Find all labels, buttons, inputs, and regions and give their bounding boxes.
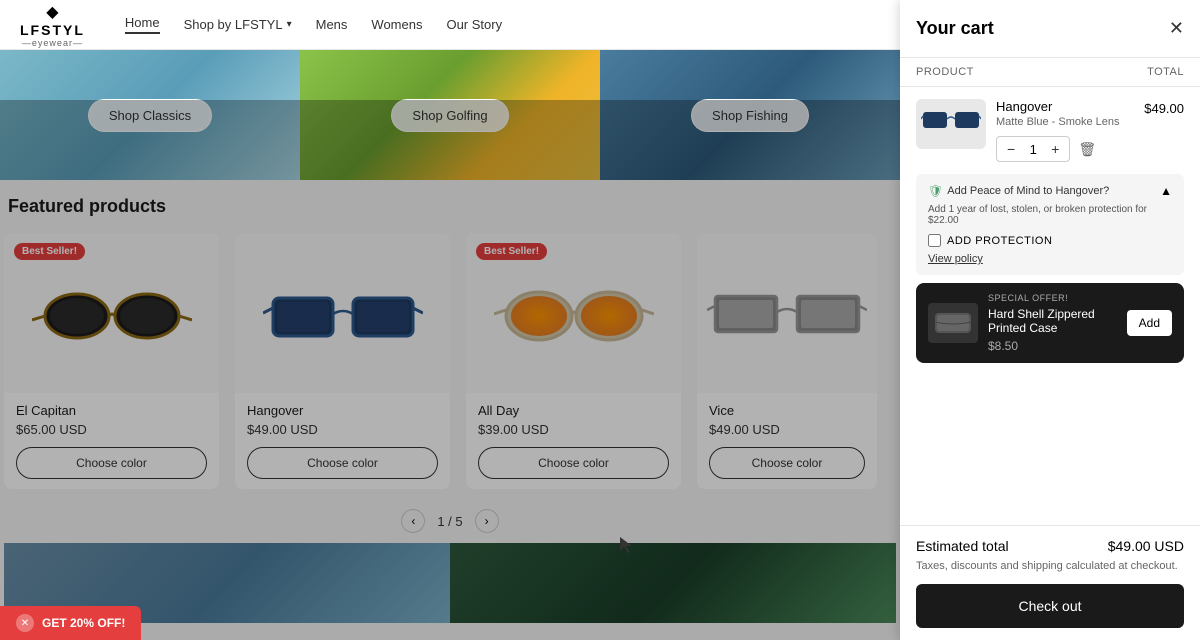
estimated-total-row: Estimated total $49.00 USD bbox=[916, 538, 1184, 554]
cart-item-details: Hangover Matte Blue - Smoke Lens − 1 + 🗑 bbox=[996, 99, 1134, 162]
logo-title: LFSTYL bbox=[20, 22, 85, 38]
estimated-total-label: Estimated total bbox=[916, 538, 1009, 554]
nav-our-story[interactable]: Our Story bbox=[446, 17, 502, 32]
quantity-decrease-button[interactable]: − bbox=[1005, 141, 1017, 157]
cart-overlay bbox=[0, 100, 900, 640]
logo-subtitle: —eyewear— bbox=[22, 38, 83, 48]
nav-womens[interactable]: Womens bbox=[371, 17, 422, 32]
nav-shop-lfstyl[interactable]: Shop by LFSTYL ▾ bbox=[184, 17, 292, 32]
estimated-total-value: $49.00 USD bbox=[1108, 538, 1184, 554]
tax-note: Taxes, discounts and shipping calculated… bbox=[916, 560, 1184, 572]
quantity-value: 1 bbox=[1025, 142, 1041, 157]
protection-description: Add 1 year of lost, stolen, or broken pr… bbox=[928, 204, 1172, 226]
cart-title: Your cart bbox=[916, 18, 994, 39]
protection-label: ADD PROTECTION bbox=[947, 235, 1052, 247]
cart-item-image bbox=[916, 99, 986, 149]
cart-item-variant: Matte Blue - Smoke Lens bbox=[996, 116, 1134, 128]
chevron-down-icon: ▾ bbox=[287, 19, 292, 30]
view-policy-link[interactable]: View policy bbox=[928, 253, 1172, 265]
protection-checkbox-row: ADD PROTECTION bbox=[928, 234, 1172, 247]
cart-item-name: Hangover bbox=[996, 99, 1134, 114]
discount-banner: ✕ GET 20% OFF! bbox=[0, 606, 141, 640]
discount-close-button[interactable]: ✕ bbox=[16, 614, 34, 632]
cart-item-sunglasses-image bbox=[921, 104, 981, 144]
cart-header: Your cart ✕ bbox=[900, 0, 1200, 58]
offer-image bbox=[928, 303, 978, 343]
protection-collapse-icon[interactable]: ▲ bbox=[1160, 184, 1172, 198]
offer-price: $8.50 bbox=[988, 339, 1117, 353]
quantity-increase-button[interactable]: + bbox=[1049, 141, 1061, 157]
cart-body: Hangover Matte Blue - Smoke Lens − 1 + 🗑… bbox=[900, 87, 1200, 525]
cart-item-price: $49.00 bbox=[1144, 101, 1184, 116]
cart-columns: PRODUCT TOTAL bbox=[900, 58, 1200, 87]
main-nav: Home Shop by LFSTYL ▾ Mens Womens Our St… bbox=[125, 15, 502, 34]
cart-close-button[interactable]: ✕ bbox=[1169, 18, 1184, 39]
discount-label: GET 20% OFF! bbox=[42, 616, 125, 630]
logo[interactable]: ◆ LFSTYL —eyewear— bbox=[20, 2, 85, 48]
shield-icon: 🛡 bbox=[928, 184, 943, 198]
protection-header: 🛡 Add Peace of Mind to Hangover? ▲ bbox=[928, 184, 1172, 198]
column-total: TOTAL bbox=[1147, 66, 1184, 78]
cart-item: Hangover Matte Blue - Smoke Lens − 1 + 🗑… bbox=[916, 99, 1184, 162]
offer-case-image bbox=[933, 308, 973, 338]
offer-details: SPECIAL OFFER! Hard Shell Zippered Print… bbox=[988, 293, 1117, 353]
offer-badge: SPECIAL OFFER! bbox=[988, 293, 1117, 303]
cart-footer: Estimated total $49.00 USD Taxes, discou… bbox=[900, 525, 1200, 640]
column-product: PRODUCT bbox=[916, 66, 974, 78]
protection-title: 🛡 Add Peace of Mind to Hangover? bbox=[928, 184, 1109, 198]
protection-section: 🛡 Add Peace of Mind to Hangover? ▲ Add 1… bbox=[916, 174, 1184, 275]
nav-home[interactable]: Home bbox=[125, 15, 160, 34]
cart-panel: Your cart ✕ PRODUCT TOTAL Hangover Matte… bbox=[900, 0, 1200, 640]
offer-name: Hard Shell Zippered Printed Case bbox=[988, 307, 1117, 335]
logo-diamond: ◆ bbox=[46, 2, 58, 22]
offer-add-button[interactable]: Add bbox=[1127, 310, 1172, 336]
special-offer-section: SPECIAL OFFER! Hard Shell Zippered Print… bbox=[916, 283, 1184, 363]
quantity-controls: − 1 + bbox=[996, 136, 1070, 162]
nav-mens[interactable]: Mens bbox=[316, 17, 348, 32]
cursor bbox=[620, 537, 632, 549]
delete-item-button[interactable]: 🗑 bbox=[1078, 141, 1096, 158]
checkout-button[interactable]: Check out bbox=[916, 584, 1184, 628]
protection-checkbox[interactable] bbox=[928, 234, 941, 247]
